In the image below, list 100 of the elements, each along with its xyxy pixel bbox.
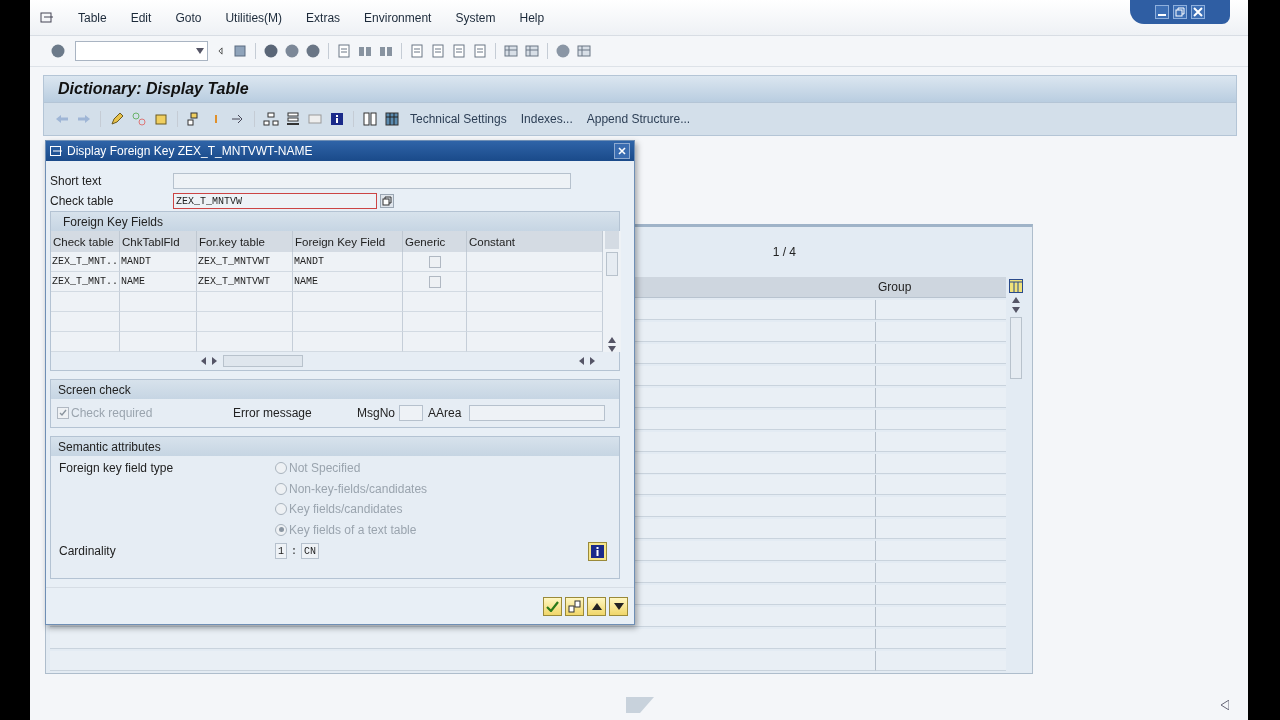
next-button[interactable] <box>609 596 628 616</box>
menu-icon[interactable] <box>40 11 54 24</box>
generic-checkbox[interactable] <box>429 275 441 288</box>
table-cell: ZEX_T_MNTVWT <box>197 272 293 292</box>
generic-checkbox[interactable] <box>429 255 441 268</box>
restore-icon[interactable] <box>1173 5 1187 19</box>
window-icon[interactable] <box>524 43 540 59</box>
column-header: For.key table <box>197 231 293 252</box>
menu-item[interactable]: System <box>455 10 496 25</box>
save-icon[interactable] <box>232 43 248 59</box>
switch-button[interactable] <box>565 596 584 616</box>
message-area-field[interactable] <box>469 405 606 421</box>
menu-item[interactable]: Help <box>519 10 545 25</box>
radio-label: Key fields/candidates <box>289 502 403 517</box>
info-button[interactable] <box>588 541 607 561</box>
scroll-right-icon[interactable] <box>212 357 217 365</box>
field-label: Foreign key field type <box>59 461 174 475</box>
short-text-field[interactable] <box>173 173 571 189</box>
table-cell: ZEX_T_MNTVWT <box>197 252 293 272</box>
table-cell: MANDT <box>120 252 197 272</box>
scroll-up-icon[interactable] <box>1012 297 1020 303</box>
switch-icon <box>568 599 581 613</box>
pencil-icon[interactable] <box>109 111 125 127</box>
column-header: Group <box>876 277 1006 298</box>
cardinality-field[interactable]: 1 <box>275 543 287 559</box>
table-cell: NAME <box>120 272 197 292</box>
dialog-title: Display Foreign Key ZEX_T_MNTVWT-NAME <box>67 144 314 158</box>
message-number-field[interactable] <box>399 405 423 421</box>
previous-button[interactable] <box>587 596 606 616</box>
columns-icon[interactable] <box>362 111 378 127</box>
exit-icon[interactable] <box>284 43 300 59</box>
scroll-down-icon[interactable] <box>608 346 616 352</box>
sap-logo-icon <box>626 697 654 713</box>
menu-item[interactable]: Edit <box>130 10 152 25</box>
scroll-left-icon[interactable] <box>201 357 206 365</box>
close-icon[interactable] <box>1191 5 1205 19</box>
screen-title: Dictionary: Display Table <box>58 80 249 98</box>
print-icon[interactable] <box>336 43 352 59</box>
next-page-icon[interactable] <box>451 43 467 59</box>
check-table-field[interactable]: ZEX_T_MNTVW <box>173 193 377 209</box>
check-icon <box>546 600 559 612</box>
field-label: Cardinality <box>59 544 117 558</box>
last-page-icon[interactable] <box>472 43 488 59</box>
field-label: Error message <box>233 406 313 420</box>
radio-label: Not Specified <box>289 461 361 476</box>
scrollbar-thumb[interactable] <box>606 252 618 276</box>
cancel-icon[interactable] <box>305 43 321 59</box>
column-header: Constant <box>467 231 603 252</box>
column-header: ChkTablFld <box>120 231 197 252</box>
layout-icon[interactable] <box>503 43 519 59</box>
minimize-icon[interactable] <box>1155 5 1169 19</box>
tree-icon[interactable] <box>263 111 279 127</box>
field-label: MsgNo <box>357 406 395 420</box>
section-title: Screen check <box>58 382 131 397</box>
status-triangle-icon[interactable] <box>1221 700 1229 710</box>
scroll-left-icon[interactable] <box>579 357 584 365</box>
toolbar-button[interactable]: Technical Settings <box>406 110 511 128</box>
table-cell: ZEX_T_MNT.. <box>51 272 120 292</box>
menu-item[interactable]: Utilities(M) <box>225 10 283 25</box>
help-icon[interactable] <box>555 43 571 59</box>
previous-page-icon[interactable] <box>430 43 446 59</box>
radio-label: Key fields of a text table <box>289 522 417 537</box>
customize-icon[interactable] <box>576 43 592 59</box>
scroll-corner <box>605 231 619 249</box>
copy-icon[interactable] <box>380 194 394 208</box>
checkbox-label: Check required <box>71 406 154 420</box>
section-title: Semantic attributes <box>58 439 161 454</box>
scrollbar-thumb[interactable] <box>1010 317 1022 379</box>
column-settings-icon[interactable] <box>1009 279 1023 293</box>
cardinality-field[interactable]: CN <box>301 543 320 559</box>
menu-item[interactable]: Table <box>78 10 107 25</box>
scroll-down-icon[interactable] <box>1012 307 1020 313</box>
toolbar-button[interactable]: Indexes... <box>516 110 577 128</box>
first-page-icon[interactable] <box>409 43 425 59</box>
enter-icon[interactable] <box>50 43 66 59</box>
up-triangle-icon <box>591 602 602 610</box>
dropdown-caret-icon[interactable] <box>196 48 204 54</box>
page-counter: 1 / 4 <box>772 245 796 259</box>
info-icon[interactable] <box>329 111 345 127</box>
field-label: Short text <box>50 174 103 188</box>
scroll-right-icon[interactable] <box>590 357 595 365</box>
confirm-button[interactable] <box>543 596 562 616</box>
toolbar-button[interactable]: Append Structure... <box>582 110 695 128</box>
field-label: AArea <box>428 406 462 420</box>
menu-item[interactable]: Extras <box>306 10 341 25</box>
command-field[interactable] <box>75 41 208 61</box>
menu-item[interactable]: Goto <box>175 10 202 25</box>
section-title: Foreign Key Fields <box>63 214 164 229</box>
column-header: Foreign Key Field <box>293 231 403 252</box>
table-cell: ZEX_T_MNT.. <box>51 252 120 272</box>
swap-icon[interactable] <box>131 111 147 127</box>
table-cell: MANDT <box>293 252 403 272</box>
object-icon[interactable] <box>153 111 169 127</box>
close-button[interactable] <box>614 143 630 159</box>
field-label: Check table <box>50 194 115 208</box>
scrollbar-thumb[interactable] <box>223 355 303 367</box>
back-icon[interactable] <box>263 43 279 59</box>
stack-icon[interactable] <box>285 111 301 127</box>
table-icon[interactable] <box>384 111 400 127</box>
menu-item[interactable]: Environment <box>364 10 432 25</box>
